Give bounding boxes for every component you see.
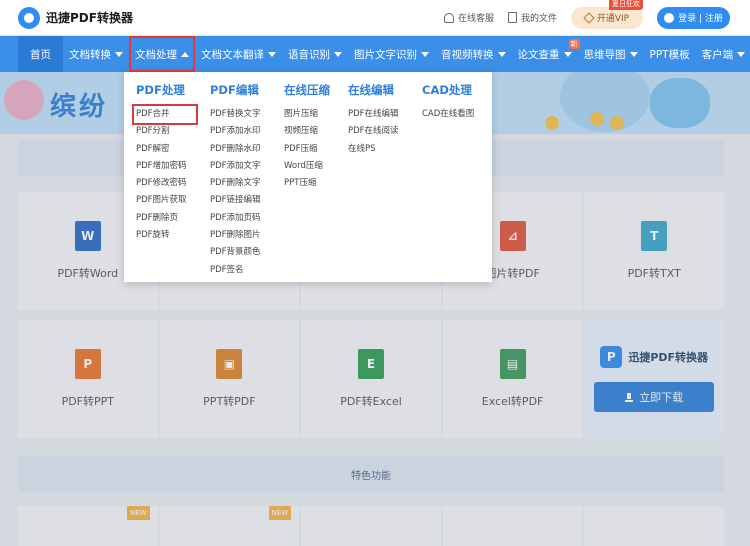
menu-item[interactable]: PDF背景颜色 [210, 244, 261, 261]
main-nav: 首页 文档转换 文档处理 文档文本翻译 语音识别 图片文字识别 音视频转换 论文… [0, 36, 750, 72]
nav-plagiarism-label: 论文查重 [517, 48, 560, 61]
chevron-down-icon [334, 51, 342, 57]
menu-item[interactable]: PDF删除页 [136, 210, 196, 227]
nav-voice-label: 语音识别 [288, 48, 330, 61]
menu-item[interactable]: Word压缩 [284, 158, 330, 175]
login-button[interactable]: 登录 | 注册 [657, 6, 730, 29]
chevron-down-icon [115, 51, 123, 57]
headset-icon [443, 12, 454, 23]
chevron-down-icon [629, 51, 638, 57]
menu-column-title: PDF处理 [136, 83, 185, 97]
menu-item[interactable]: PDF添加水印 [210, 123, 261, 140]
menu-item[interactable]: PDF替换文字 [210, 106, 261, 123]
menu-column-online-edit: 在线编辑 PDF在线编辑 PDF在线阅读 在线PS [348, 82, 399, 158]
nav-home-label: 首页 [30, 48, 51, 61]
vip-label: 开通VIP [596, 14, 630, 24]
nav-doc-convert[interactable]: 文档转换 [63, 36, 129, 72]
chevron-down-icon [268, 51, 276, 57]
my-files-link[interactable]: 我的文件 [507, 11, 557, 24]
chevron-up-icon [181, 51, 189, 57]
nav-home[interactable]: 首页 [18, 36, 63, 72]
menu-column-compress: 在线压缩 图片压缩 视频压缩 PDF压缩 Word压缩 PPT压缩 [284, 82, 330, 192]
menu-item[interactable]: CAD在线看图 [422, 106, 474, 123]
nav-doc-convert-label: 文档转换 [69, 48, 111, 61]
menu-item[interactable]: PDF分割 [136, 123, 196, 140]
menu-column-cad: CAD处理 CAD在线看图 [422, 82, 474, 123]
menu-item-pdf-merge[interactable]: PDF合并 [132, 103, 198, 126]
nav-doc-process-label: 文档处理 [135, 48, 177, 61]
menu-item[interactable]: PDF删除水印 [210, 141, 261, 158]
menu-item[interactable]: PDF签名 [210, 262, 261, 279]
vip-button[interactable]: 夏日狂欢 开通VIP [571, 0, 643, 29]
menu-item[interactable]: PDF删除图片 [210, 227, 261, 244]
login-label: 登录 | 注册 [678, 14, 723, 24]
customer-service-link[interactable]: 在线客服 [443, 11, 494, 24]
nav-client[interactable]: 客户端 [696, 36, 750, 72]
nav-mindmap[interactable]: 思维导图 [578, 36, 644, 72]
menu-item[interactable]: PDF在线阅读 [348, 123, 399, 140]
menu-item[interactable]: 在线PS [348, 141, 399, 158]
nav-av-convert-label: 音视频转换 [441, 48, 494, 61]
nav-translate-label: 文档文本翻译 [201, 48, 264, 61]
menu-item[interactable]: PDF增加密码 [136, 158, 196, 175]
nav-voice[interactable]: 语音识别 [282, 36, 348, 72]
menu-column-title: 在线编辑 [348, 83, 394, 97]
menu-column-title: PDF编辑 [210, 83, 259, 97]
menu-item[interactable]: PDF在线编辑 [348, 106, 399, 123]
menu-item[interactable]: PPT压缩 [284, 175, 330, 192]
menu-item[interactable]: 图片压缩 [284, 106, 330, 123]
chevron-down-icon [421, 51, 429, 57]
menu-column-title: CAD处理 [422, 83, 472, 97]
top-header: 迅捷PDF转换器 在线客服 我的文件 夏日狂欢 开通VIP 登录 | 注册 [0, 0, 750, 36]
customer-service-label: 在线客服 [457, 14, 494, 24]
nav-ocr-label: 图片文字识别 [354, 48, 417, 61]
chevron-down-icon [497, 51, 506, 57]
menu-item[interactable]: PDF添加页码 [210, 210, 261, 227]
nav-av-convert[interactable]: 音视频转换 [435, 36, 512, 72]
brand-name: 迅捷PDF转换器 [46, 11, 133, 25]
menu-item[interactable]: PDF删除文字 [210, 175, 261, 192]
nav-ppt-template[interactable]: PPT模板 [644, 36, 696, 72]
user-icon [664, 12, 675, 23]
menu-item[interactable]: 视频压缩 [284, 123, 330, 140]
nav-ppt-template-label: PPT模板 [649, 48, 690, 61]
nav-ocr[interactable]: 图片文字识别 [348, 36, 435, 72]
nav-doc-process[interactable]: 文档处理 [129, 36, 195, 72]
menu-item[interactable]: PDF修改密码 [136, 175, 196, 192]
menu-item[interactable]: PDF链接编辑 [210, 192, 261, 209]
logo-icon [18, 6, 40, 29]
vip-promo-badge: 夏日狂欢 [609, 0, 643, 10]
diamond-icon [583, 11, 595, 24]
file-icon [507, 12, 517, 23]
menu-item[interactable]: PDF压缩 [284, 141, 330, 158]
my-files-label: 我的文件 [520, 14, 557, 24]
menu-item[interactable]: PDF解密 [136, 141, 196, 158]
menu-item[interactable]: PDF图片获取 [136, 192, 196, 209]
menu-item[interactable]: PDF旋转 [136, 227, 196, 244]
chevron-down-icon [563, 51, 572, 57]
menu-column-title: 在线压缩 [284, 83, 330, 97]
menu-item[interactable]: PDF添加文字 [210, 158, 261, 175]
nav-client-label: 客户端 [701, 48, 734, 61]
brand-logo[interactable]: 迅捷PDF转换器 [18, 6, 133, 29]
chevron-down-icon [737, 51, 746, 57]
menu-column-pdf-process: PDF处理 PDF合并 PDF分割 PDF解密 PDF增加密码 PDF修改密码 … [132, 82, 198, 244]
nav-plagiarism[interactable]: 论文查重新 [512, 36, 580, 72]
doc-process-dropdown: PDF处理 PDF合并 PDF分割 PDF解密 PDF增加密码 PDF修改密码 … [124, 72, 492, 282]
nav-mindmap-label: 思维导图 [583, 48, 626, 61]
nav-translate[interactable]: 文档文本翻译 [195, 36, 282, 72]
menu-column-pdf-edit: PDF编辑 PDF替换文字 PDF添加水印 PDF删除水印 PDF添加文字 PD… [210, 82, 261, 279]
